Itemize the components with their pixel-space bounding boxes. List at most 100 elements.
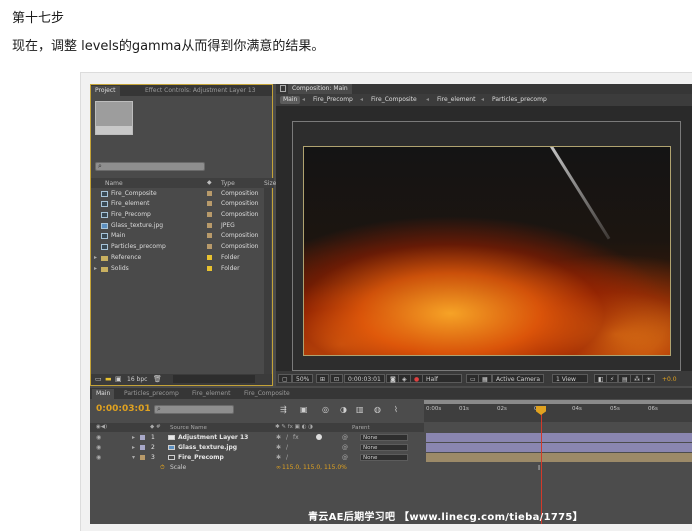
motion-blur-icon[interactable]: ◍	[374, 405, 381, 414]
parent-select[interactable]: None	[360, 444, 408, 451]
project-item[interactable]: Particles_precomp Composition	[91, 242, 272, 252]
current-time-field[interactable]: 0:00:03:01	[344, 374, 385, 383]
live-update-icon[interactable]: ▣	[300, 405, 308, 414]
parent-select[interactable]: None	[360, 454, 408, 461]
eye-icon[interactable]: ◉	[96, 453, 101, 462]
shy-icon[interactable]: ✱	[276, 453, 281, 462]
interpret-footage-icon[interactable]: ▭	[95, 375, 102, 383]
timeline-layer-row[interactable]: ◉ ▸ 2 Glass_texture.jpg ✱ / @ None	[90, 443, 424, 452]
layer-duration-bar[interactable]	[426, 453, 692, 462]
timeline-current-time[interactable]: 0:00:03:01	[96, 404, 151, 414]
exposure-icon[interactable]: ☀	[642, 374, 656, 383]
tab-particles-precomp[interactable]: Particles_precomp	[120, 389, 183, 399]
show-snapshot-icon[interactable]: ◈	[398, 374, 411, 383]
project-item[interactable]: Fire_Precomp Composition	[91, 210, 272, 220]
eye-icon[interactable]: ◉	[96, 433, 101, 442]
eye-icon[interactable]: ◉	[96, 443, 101, 452]
stopwatch-icon[interactable]: ⏱	[160, 463, 165, 472]
collapse-arrow-icon[interactable]: ▾	[132, 453, 135, 462]
layer-label-swatch[interactable]	[140, 445, 145, 450]
column-type[interactable]: Type	[221, 180, 235, 187]
tab-composition-main[interactable]: Composition: Main	[288, 84, 352, 94]
breadcrumb-particles-precomp[interactable]: Particles_precomp	[489, 96, 550, 104]
timeline-search-input[interactable]: ⌕	[154, 405, 234, 414]
layer-label-swatch[interactable]	[140, 435, 145, 440]
new-composition-icon[interactable]: ▣	[115, 375, 122, 383]
tab-fire-element[interactable]: Fire_element	[188, 389, 234, 399]
column-source-name[interactable]: Source Name	[170, 425, 207, 431]
composition-viewer-frame[interactable]	[303, 146, 671, 356]
timeline-layer-row[interactable]: ◉ ▸ 1 Adjustment Layer 13 ✱ / fx @ None	[90, 433, 424, 442]
quality-icon[interactable]: /	[286, 453, 288, 462]
breadcrumb-fire-composite[interactable]: Fire_Composite	[368, 96, 420, 104]
current-time-indicator[interactable]	[541, 406, 542, 524]
shy-icon[interactable]: ✱	[276, 443, 281, 452]
bpc-button[interactable]: 16 bpc	[127, 376, 147, 383]
new-folder-icon[interactable]: ▬	[105, 375, 112, 383]
timeline-layer-row[interactable]: ◉ ▾ 3 Fire_Precomp ✱ / @ None	[90, 453, 424, 462]
project-scrollbar[interactable]	[264, 188, 271, 374]
zoom-select[interactable]: 50%	[292, 374, 314, 383]
layer-name[interactable]: Fire_Precomp	[178, 453, 224, 462]
spiral-icon[interactable]: @	[342, 453, 348, 462]
tab-effect-controls[interactable]: Effect Controls: Adjustment Layer 13	[141, 86, 260, 96]
project-item[interactable]: Fire_Composite Composition	[91, 189, 272, 199]
tab-project[interactable]: Project	[91, 86, 120, 96]
trash-icon[interactable]: 🗑	[153, 375, 162, 383]
property-value[interactable]: 115.0, 115.0, 115.0%	[282, 463, 347, 472]
expand-arrow-icon[interactable]: ▸	[132, 433, 135, 442]
project-item[interactable]: Glass_texture.jpg JPEG	[91, 221, 272, 231]
frame-blending-icon[interactable]: ▥	[356, 405, 364, 414]
project-item[interactable]: Main Composition	[91, 231, 272, 241]
constrain-proportions-icon[interactable]: ∞	[276, 463, 281, 472]
layer-label-swatch[interactable]	[140, 455, 145, 460]
adjustment-switch-icon[interactable]	[316, 434, 322, 440]
project-item[interactable]: ▸ Reference Folder	[91, 253, 272, 263]
project-item[interactable]: ▸ Solids Folder	[91, 264, 272, 274]
spiral-icon[interactable]: @	[342, 433, 348, 442]
camera-select[interactable]: Active Camera	[492, 374, 544, 383]
layer-name[interactable]: Adjustment Layer 13	[178, 433, 248, 442]
tab-main[interactable]: Main	[92, 389, 115, 399]
expand-arrow-icon[interactable]: ▸	[94, 264, 97, 274]
column-size[interactable]: Size	[264, 180, 276, 187]
grid-icon[interactable]: ⊡	[330, 374, 344, 383]
expand-arrow-icon[interactable]: ▸	[132, 443, 135, 452]
time-ruler[interactable]: 0:00s 01s 02s 03s 04s 05s 06s	[424, 400, 692, 422]
resolution-select[interactable]: Half	[422, 374, 462, 383]
safe-zones-icon[interactable]: ⊞	[316, 374, 330, 383]
effect-switch[interactable]: fx	[293, 433, 299, 442]
tab-fire-composite[interactable]: Fire_Composite	[240, 389, 294, 399]
layer-duration-bar[interactable]	[426, 433, 692, 442]
draft-3d-icon[interactable]: ◎	[322, 405, 329, 414]
column-parent[interactable]: Parent	[352, 425, 370, 431]
shy-icon[interactable]: ✱	[276, 433, 281, 442]
exposure-value[interactable]: +0.0	[662, 376, 677, 383]
fast-previews-icon[interactable]: ⚡	[606, 374, 619, 383]
spiral-icon[interactable]: @	[342, 443, 348, 452]
project-item[interactable]: Fire_element Composition	[91, 199, 272, 209]
layer-duration-bar[interactable]	[426, 443, 692, 452]
quality-icon[interactable]: /	[286, 433, 288, 442]
always-preview-icon[interactable]: ▢	[278, 374, 292, 383]
quality-icon[interactable]: /	[286, 443, 288, 452]
breadcrumb-main[interactable]: Main	[280, 96, 301, 104]
graph-editor-icon[interactable]: ⌇	[394, 405, 398, 414]
transparency-grid-icon[interactable]: ▦	[478, 374, 492, 383]
lock-icon[interactable]	[280, 85, 286, 92]
work-area-bar[interactable]	[424, 400, 692, 404]
layer-name[interactable]: Glass_texture.jpg	[178, 443, 237, 452]
folder-icon	[101, 256, 108, 261]
breadcrumb-fire-element[interactable]: Fire_element	[434, 96, 478, 104]
horizontal-scrollbar[interactable]	[173, 375, 255, 383]
hide-shy-layers-icon[interactable]: ◑	[340, 405, 347, 414]
breadcrumb-fire-precomp[interactable]: Fire_Precomp	[310, 96, 356, 104]
project-search-input[interactable]: ⌕	[95, 162, 205, 171]
keyframe-marker-icon[interactable]: I	[538, 464, 540, 472]
column-name[interactable]: Name	[105, 180, 123, 187]
parent-select[interactable]: None	[360, 434, 408, 441]
layer-property-row[interactable]: ⏱ Scale ∞ 115.0, 115.0, 115.0%	[90, 463, 424, 472]
comp-mini-flowchart-icon[interactable]: ⇶	[280, 405, 287, 414]
expand-arrow-icon[interactable]: ▸	[94, 253, 97, 263]
view-layout-select[interactable]: 1 View	[552, 374, 588, 383]
